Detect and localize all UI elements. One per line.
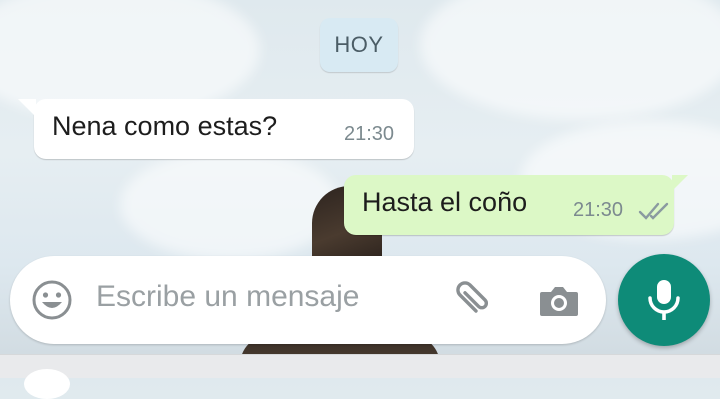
camera-icon[interactable] [536,278,582,324]
message-text: Nena como estas? [52,111,278,141]
date-separator: HOY [320,18,398,72]
message-text: Hasta el coño [362,187,528,217]
paperclip-icon[interactable] [446,278,492,324]
bottom-circle-button[interactable] [24,369,70,399]
message-time: 21:30 [573,199,624,221]
outgoing-message[interactable]: Hasta el coño 21:30 [344,175,688,235]
microphone-icon [648,280,680,320]
emoji-icon[interactable] [30,278,74,322]
date-separator-label: HOY [334,32,384,57]
message-composer: Escribe un mensaje [10,256,606,344]
incoming-message[interactable]: Nena como estas? 21:30 [18,99,414,159]
microphone-button[interactable] [618,254,710,346]
double-check-icon [638,202,669,220]
message-input[interactable]: Escribe un mensaje [96,280,359,314]
bottom-bar [0,354,720,399]
message-time: 21:30 [344,123,395,145]
